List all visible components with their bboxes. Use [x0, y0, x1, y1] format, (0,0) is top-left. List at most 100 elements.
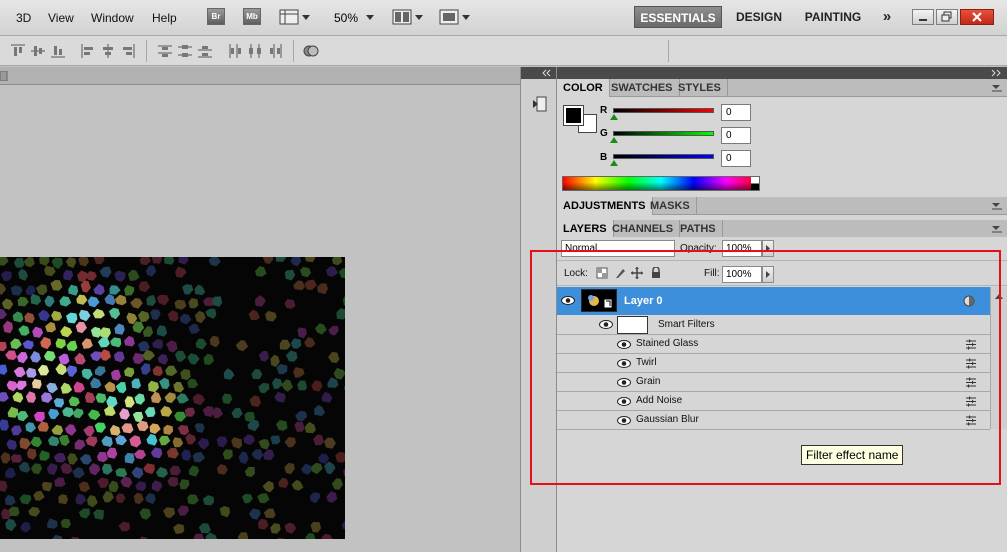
- distribute-vertical-center-icon[interactable]: [177, 43, 193, 59]
- lock-transparent-pixels-icon[interactable]: [596, 267, 608, 279]
- filter-visibility-eye-icon[interactable]: [617, 378, 631, 387]
- restore-button[interactable]: [936, 9, 958, 25]
- blending-options-icon[interactable]: [965, 377, 977, 388]
- smart-filter-mask-thumbnail[interactable]: [617, 316, 648, 334]
- color-spectrum-ramp[interactable]: [562, 176, 760, 191]
- align-left-icon[interactable]: [80, 43, 96, 59]
- filter-name[interactable]: Stained Glass: [636, 338, 698, 349]
- smart-filters-row[interactable]: Smart Filters: [557, 315, 990, 335]
- green-slider-thumb[interactable]: [610, 137, 618, 143]
- filter-visibility-eye-icon[interactable]: [617, 397, 631, 406]
- zoom-caret-icon[interactable]: [366, 15, 374, 20]
- foreground-color-swatch[interactable]: [563, 105, 584, 126]
- layer-row-layer-0[interactable]: Layer 0: [557, 287, 990, 315]
- red-slider-track[interactable]: [613, 108, 714, 113]
- align-right-icon[interactable]: [120, 43, 136, 59]
- panels-header[interactable]: [557, 67, 1007, 79]
- filter-name[interactable]: Add Noise: [636, 395, 682, 406]
- filter-name[interactable]: Twirl: [636, 357, 657, 368]
- view-extras-icon[interactable]: [279, 9, 299, 25]
- distribute-horizontal-center-icon[interactable]: [247, 43, 263, 59]
- filter-name[interactable]: Gaussian Blur: [636, 414, 699, 425]
- layer-name[interactable]: Layer 0: [624, 295, 663, 307]
- filter-row-gaussian-blur[interactable]: Gaussian Blur: [557, 411, 990, 430]
- menu-help[interactable]: Help: [152, 11, 177, 25]
- filter-visibility-eye-icon[interactable]: [617, 359, 631, 368]
- layers-scrollbar[interactable]: [990, 287, 1007, 429]
- close-button[interactable]: [960, 9, 994, 25]
- black-white-swatch[interactable]: [751, 177, 759, 190]
- red-value-input[interactable]: 0: [721, 104, 751, 121]
- align-horizontal-center-icon[interactable]: [100, 43, 116, 59]
- distribute-top-icon[interactable]: [157, 43, 173, 59]
- blue-slider-thumb[interactable]: [610, 160, 618, 166]
- filter-row-add-noise[interactable]: Add Noise: [557, 392, 990, 411]
- filter-row-grain[interactable]: Grain: [557, 373, 990, 392]
- panel-menu-icon[interactable]: [992, 84, 1002, 92]
- screen-mode-caret-icon[interactable]: [462, 15, 470, 20]
- tab-masks[interactable]: MASKS: [644, 197, 697, 215]
- tab-styles[interactable]: STYLES: [672, 79, 728, 97]
- opacity-stepper[interactable]: [762, 240, 774, 257]
- view-extras-caret-icon[interactable]: [302, 15, 310, 20]
- zoom-level[interactable]: 50%: [334, 11, 358, 25]
- scroll-up-icon[interactable]: [994, 293, 1004, 301]
- blend-mode-select[interactable]: Normal: [561, 240, 675, 257]
- tab-adjustments[interactable]: ADJUSTMENTS: [557, 197, 653, 215]
- workspace-painting-button[interactable]: PAINTING: [798, 6, 868, 28]
- fill-stepper[interactable]: [762, 266, 774, 283]
- tab-channels[interactable]: CHANNELS: [606, 220, 681, 238]
- arrange-documents-icon[interactable]: [392, 9, 412, 25]
- align-vertical-center-icon[interactable]: [30, 43, 46, 59]
- bridge-button[interactable]: Br: [207, 8, 225, 25]
- green-value-input[interactable]: 0: [721, 127, 751, 144]
- tab-color[interactable]: COLOR: [557, 79, 610, 97]
- panel-menu-icon[interactable]: [992, 225, 1002, 233]
- menu-3d[interactable]: 3D: [16, 11, 31, 25]
- opacity-input[interactable]: 100%: [722, 240, 762, 257]
- distribute-bottom-icon[interactable]: [197, 43, 213, 59]
- menu-window[interactable]: Window: [91, 11, 134, 25]
- more-workspaces-button[interactable]: »: [876, 6, 898, 28]
- screen-mode-icon[interactable]: [439, 9, 459, 25]
- filter-row-twirl[interactable]: Twirl: [557, 354, 990, 373]
- mosaic-cell: [159, 377, 170, 390]
- blending-options-icon[interactable]: [965, 358, 977, 369]
- blending-options-icon[interactable]: [965, 339, 977, 350]
- tab-scroll-icon[interactable]: [0, 71, 8, 81]
- layer-visibility-eye-icon[interactable]: [561, 296, 575, 305]
- blue-slider-track[interactable]: [613, 154, 714, 159]
- green-slider-track[interactable]: [613, 131, 714, 136]
- align-bottom-icon[interactable]: [50, 43, 66, 59]
- distribute-right-icon[interactable]: [267, 43, 283, 59]
- mini-bridge-button[interactable]: Mb: [243, 8, 261, 25]
- filter-name[interactable]: Grain: [636, 376, 660, 387]
- lock-position-icon[interactable]: [631, 267, 643, 279]
- red-slider-thumb[interactable]: [610, 114, 618, 120]
- filter-row-stained-glass[interactable]: Stained Glass: [557, 335, 990, 354]
- panel-menu-icon[interactable]: [992, 202, 1002, 210]
- mosaic-cell: [113, 351, 125, 363]
- filter-visibility-eye-icon[interactable]: [617, 340, 631, 349]
- workspace-design-button[interactable]: DESIGN: [729, 6, 789, 28]
- filter-visibility-eye-icon[interactable]: [617, 416, 631, 425]
- menu-view[interactable]: View: [48, 11, 74, 25]
- arrange-caret-icon[interactable]: [415, 15, 423, 20]
- lock-all-icon[interactable]: [650, 267, 662, 279]
- align-top-icon[interactable]: [10, 43, 26, 59]
- tab-swatches[interactable]: SWATCHES: [605, 79, 680, 97]
- auto-align-layers-icon[interactable]: [303, 43, 319, 59]
- history-panel-icon[interactable]: [530, 95, 548, 113]
- fill-input[interactable]: 100%: [722, 266, 762, 283]
- blue-value-input[interactable]: 0: [721, 150, 751, 167]
- lock-image-pixels-icon[interactable]: [614, 267, 626, 279]
- workspace-essentials-button[interactable]: ESSENTIALS: [634, 6, 722, 28]
- mosaic-cell: [134, 449, 146, 460]
- tab-paths[interactable]: PATHS: [674, 220, 723, 238]
- minimize-button[interactable]: [912, 9, 934, 25]
- distribute-left-icon[interactable]: [227, 43, 243, 59]
- dock-header[interactable]: [521, 67, 556, 79]
- blending-options-icon[interactable]: [965, 415, 977, 426]
- blending-options-icon[interactable]: [965, 396, 977, 407]
- smart-filters-visibility-eye-icon[interactable]: [599, 320, 613, 329]
